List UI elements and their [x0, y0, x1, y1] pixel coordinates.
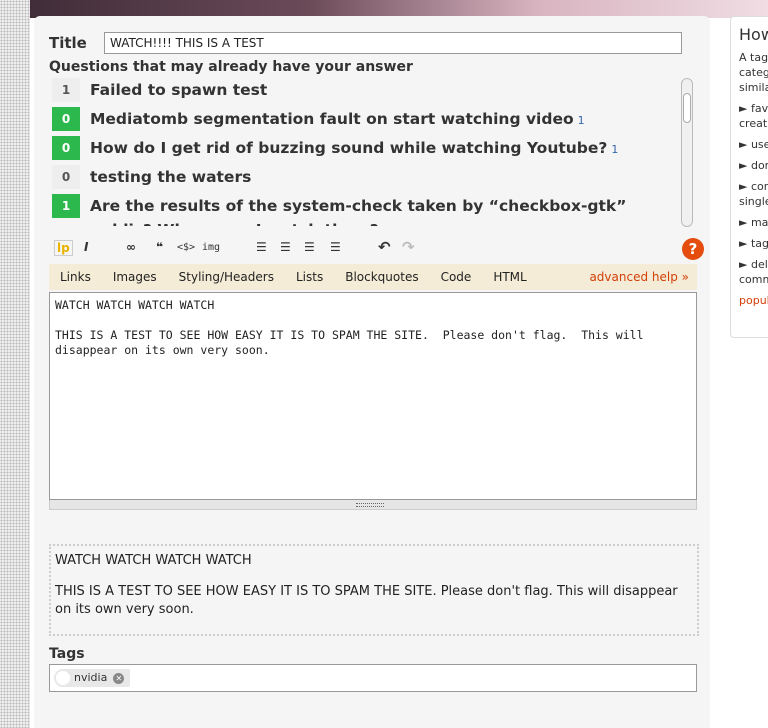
sidebar-line: ► favo — [739, 102, 768, 115]
sidebar-heading: How — [739, 25, 768, 44]
sidebar-line: A tag — [739, 51, 768, 64]
sidebar-line: ► don — [739, 159, 768, 172]
similar-questions-heading: Questions that may already have your ans… — [49, 59, 413, 75]
remove-tag-icon[interactable]: ✕ — [113, 673, 125, 684]
question-title[interactable]: testing the waters — [90, 165, 255, 191]
help-tab[interactable]: Links — [60, 270, 91, 284]
sidebar-line: simila — [739, 81, 768, 94]
image-button[interactable]: img — [202, 242, 220, 253]
question-title-text[interactable]: Mediatomb segmentation fault on start wa… — [90, 110, 574, 128]
similar-questions-list: 1 Failed to spawn test 0 Mediatomb segmenta… — [52, 78, 682, 226]
title-label: Title — [49, 34, 87, 52]
answer-count: 1 — [577, 114, 585, 127]
body-editor[interactable]: WATCH WATCH WATCH WATCH THIS IS A TEST T… — [49, 292, 697, 500]
sidebar-tip: ► max — [739, 215, 768, 230]
sidebar-line: ► tag — [739, 237, 768, 250]
help-tab[interactable]: HTML — [493, 270, 526, 284]
answer-count: 1 — [611, 143, 619, 156]
vote-count: 0 — [52, 107, 80, 131]
help-tab[interactable]: Images — [113, 270, 157, 284]
question-title-text[interactable]: How do I get rid of buzzing sound while … — [90, 139, 607, 157]
dotted-background — [0, 0, 30, 728]
horizontal-rule-icon[interactable]: ☰ — [330, 240, 341, 254]
vote-count: 1 — [52, 194, 80, 218]
sidebar-line: categ — [739, 66, 768, 79]
tag-chip[interactable]: nvidia ✕ — [54, 669, 131, 687]
heading-icon[interactable]: ☰ — [304, 240, 315, 254]
vote-count: 0 — [52, 165, 80, 189]
help-tabs: Links Images Styling/Headers Lists Blockquot… — [49, 264, 697, 290]
sidebar-tip: ► favo creati — [739, 101, 768, 131]
sidebar-tip: ► tag — [739, 236, 768, 251]
bold-button[interactable]: lp — [54, 240, 73, 256]
help-tab[interactable]: Lists — [296, 270, 323, 284]
sidebar-line: ► use — [739, 138, 768, 151]
help-tab[interactable]: Styling/Headers — [179, 270, 274, 284]
italic-button[interactable]: I — [84, 240, 88, 254]
similar-question[interactable]: 1 Failed to spawn test — [52, 78, 682, 104]
sidebar-tip: A tag categ simila — [739, 50, 768, 95]
sidebar-tip: ► don — [739, 158, 768, 173]
help-tab[interactable]: Code — [441, 270, 472, 284]
similar-question[interactable]: 0 How do I get rid of buzzing sound while… — [52, 136, 682, 162]
preview-paragraph: THIS IS A TEST TO SEE HOW EASY IT IS TO … — [55, 584, 678, 617]
question-title-text[interactable]: testing the waters — [90, 168, 251, 186]
tags-input[interactable]: nvidia ✕ — [49, 664, 697, 692]
similar-question[interactable]: 1 Are the results of the system-check tak… — [52, 194, 682, 226]
question-title[interactable]: Are the results of the system-check take… — [90, 194, 682, 226]
sidebar-line: single — [739, 195, 768, 208]
preview-paragraph: WATCH WATCH WATCH WATCH — [55, 553, 252, 568]
undo-icon[interactable]: ↶ — [378, 238, 391, 256]
popular-tags-link[interactable]: popul — [739, 294, 768, 307]
blockquote-icon[interactable]: ❝ — [156, 240, 163, 254]
sidebar-tip: ► deli comm — [739, 257, 768, 287]
resize-grip[interactable] — [49, 500, 697, 510]
title-input[interactable]: WATCH!!!! THIS IS A TEST — [104, 32, 682, 54]
vote-count: 1 — [52, 78, 80, 102]
sidebar-line: creati — [739, 117, 768, 130]
scrollbar-thumb[interactable] — [683, 93, 691, 123]
similar-question[interactable]: 0 Mediatomb segmentation fault on start w… — [52, 107, 682, 133]
ask-question-form: Title WATCH!!!! THIS IS A TEST Questions… — [34, 16, 710, 728]
question-title[interactable]: How do I get rid of buzzing sound while … — [90, 136, 618, 162]
help-tab[interactable]: Blockquotes — [345, 270, 418, 284]
link-icon[interactable]: ∞ — [126, 240, 136, 254]
sidebar-line: comm — [739, 273, 768, 286]
advanced-help-link[interactable]: advanced help » — [589, 264, 689, 290]
tag-help-sidebar: How A tag categ simila ► favo creati ► use ► d… — [730, 16, 768, 338]
bulleted-list-icon[interactable]: ☰ — [280, 240, 291, 254]
answer-count: 1 — [383, 225, 390, 226]
help-icon[interactable]: ? — [682, 238, 704, 260]
question-title-text[interactable]: Are the results of the system-check take… — [90, 197, 626, 226]
editor-toolbar: lp I ∞ ❝ <$> img ☰ ☰ ☰ ☰ ↶ ↷ ? — [50, 238, 704, 262]
sidebar-tip: ► com single — [739, 179, 768, 209]
question-title[interactable]: Mediatomb segmentation fault on start wa… — [90, 107, 585, 133]
vote-count: 0 — [52, 136, 80, 160]
question-title-text[interactable]: Failed to spawn test — [90, 81, 267, 99]
sidebar-line: ► max — [739, 216, 768, 229]
sidebar-line: ► com — [739, 180, 768, 193]
ordered-list-icon[interactable]: ☰ — [256, 240, 267, 254]
redo-icon[interactable]: ↷ — [402, 238, 415, 256]
post-preview: WATCH WATCH WATCH WATCH THIS IS A TEST T… — [49, 544, 699, 636]
similar-question[interactable]: 0 testing the waters — [52, 165, 682, 191]
sidebar-line: ► deli — [739, 258, 768, 271]
tags-label: Tags — [49, 646, 85, 662]
question-title[interactable]: Failed to spawn test — [90, 78, 271, 104]
code-button[interactable]: <$> — [177, 242, 195, 253]
questions-scrollbar[interactable] — [681, 78, 693, 227]
sidebar-tip: ► use — [739, 137, 768, 152]
tag-name: nvidia — [74, 671, 108, 684]
